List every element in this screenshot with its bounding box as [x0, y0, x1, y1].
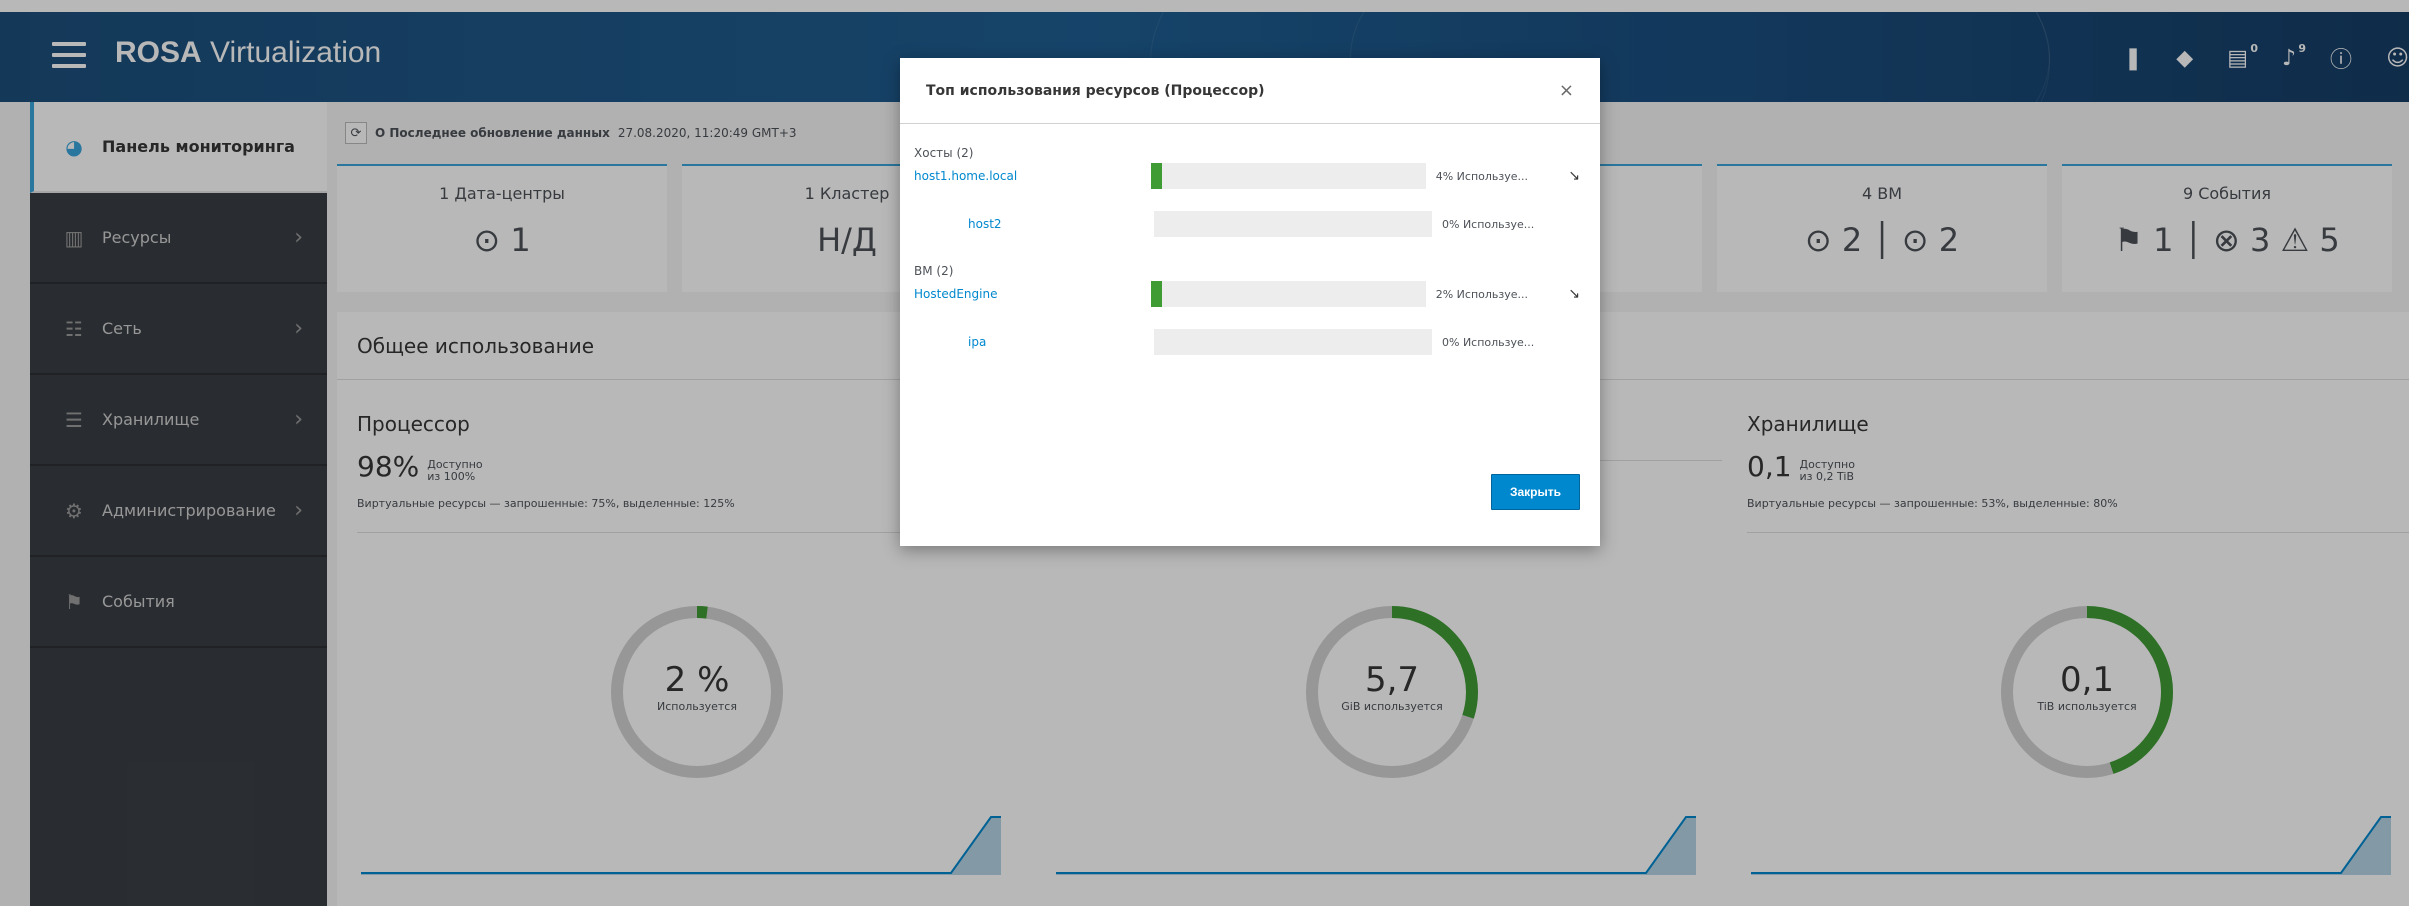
usage-progress-fill — [1151, 281, 1163, 307]
modal-title: Топ использования ресурсов (Процессор) — [926, 82, 1265, 99]
modal-header: Топ использования ресурсов (Процессор) × — [900, 58, 1600, 124]
usage-percent-text: 0% Используе... — [1442, 217, 1535, 231]
resource-link[interactable]: HostedEngine — [914, 287, 1151, 301]
modal-body: Хосты (2) host1.home.local 4% Используе...… — [900, 124, 1600, 474]
usage-progress-bar — [1154, 211, 1432, 237]
usage-percent-text: 2% Используе... — [1435, 287, 1528, 301]
trend-down-icon: ↘ — [1568, 286, 1580, 302]
usage-percent-text: 4% Используе... — [1435, 169, 1528, 183]
usage-progress-fill — [1151, 163, 1163, 189]
utilization-row: host1.home.local 4% Используе... ↘ — [914, 160, 1580, 192]
usage-progress-bar — [1151, 163, 1426, 189]
modal-footer: Закрыть — [900, 474, 1600, 546]
resource-link[interactable]: host1.home.local — [914, 169, 1151, 183]
utilization-row: ipa 0% Используе... — [914, 326, 1580, 358]
group-title: ВМ (2) — [914, 264, 954, 278]
top-utilization-modal: Топ использования ресурсов (Процессор) ×… — [900, 58, 1600, 546]
resource-link[interactable]: host2 — [914, 217, 1154, 231]
close-button[interactable]: Закрыть — [1490, 474, 1580, 510]
usage-progress-bar — [1151, 281, 1426, 307]
close-icon[interactable]: × — [1559, 80, 1574, 101]
resource-link[interactable]: ipa — [914, 335, 1154, 349]
usage-progress-bar — [1154, 329, 1432, 355]
utilization-row: HostedEngine 2% Используе... ↘ — [914, 278, 1580, 310]
utilization-row: host2 0% Используе... — [914, 208, 1580, 240]
trend-down-icon: ↘ — [1568, 168, 1580, 184]
group-title: Хосты (2) — [914, 146, 974, 160]
usage-percent-text: 0% Используе... — [1442, 335, 1535, 349]
